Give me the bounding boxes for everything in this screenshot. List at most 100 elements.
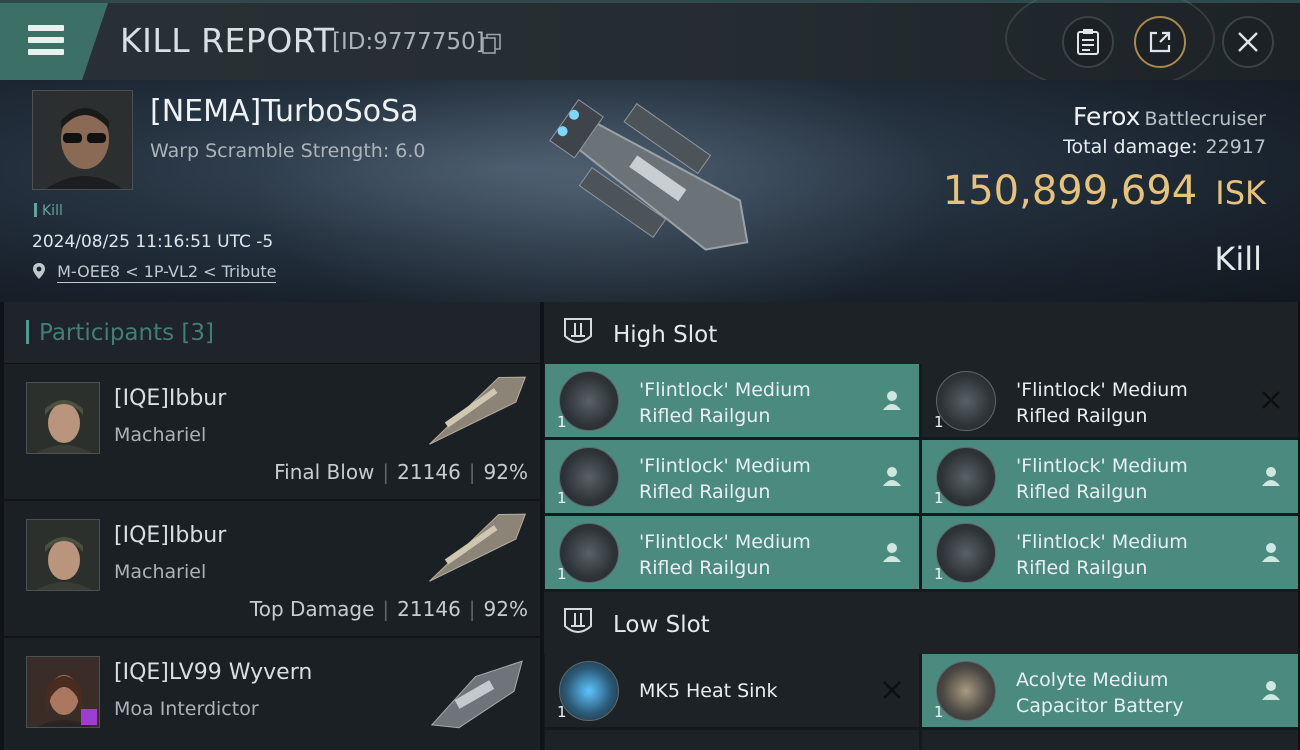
total-damage-value: 22917	[1205, 136, 1266, 158]
module-item-partial[interactable]	[545, 730, 919, 750]
high-slot-label: High Slot	[613, 322, 718, 348]
module-item[interactable]: 1 MK5 Heat Sink	[545, 654, 919, 727]
close-icon	[1262, 391, 1280, 409]
ship-class: Battlecruiser	[1144, 108, 1266, 130]
low-slot-icon	[564, 608, 592, 633]
capacitor-battery-icon	[936, 661, 996, 721]
share-icon	[1149, 31, 1171, 53]
close-button[interactable]	[1222, 16, 1274, 68]
module-name: 'Flintlock' Medium Rifled Railgun	[1016, 455, 1188, 503]
module-name: 'Flintlock' Medium Rifled Railgun	[1016, 379, 1188, 427]
participant-percent: 92%	[483, 597, 528, 621]
participant-ship-image	[429, 376, 527, 445]
participant-stats: Final Blow | 21146 | 92%	[274, 460, 528, 484]
high-slot-icon	[564, 318, 592, 343]
module-name: 'Flintlock' Medium Rifled Railgun	[639, 379, 811, 427]
victim-ship-image	[549, 98, 749, 251]
module-count: 1	[934, 565, 944, 583]
participant-ship: Machariel	[114, 424, 207, 446]
module-item[interactable]: 1 'Flintlock' Medium Rifled Railgun	[545, 440, 919, 513]
participant-tag: Top Damage	[249, 597, 375, 621]
railgun-icon	[936, 523, 996, 583]
module-item[interactable]: 1 Acolyte Medium Capacitor Battery	[922, 654, 1298, 727]
module-count: 1	[934, 413, 944, 431]
module-name: MK5 Heat Sink	[639, 680, 778, 702]
participant-row[interactable]: [IQE]Ibbur Machariel Top Damage | 21146 | 92…	[4, 501, 540, 638]
kill-tag: Kill	[34, 203, 63, 219]
railgun-icon	[559, 371, 619, 431]
kill-location[interactable]: M-OEE8 < 1P-VL2 < Tribute	[32, 262, 277, 283]
module-item[interactable]: 1 'Flintlock' Medium Rifled Railgun	[922, 440, 1298, 513]
isk-unit: ISK	[1215, 174, 1266, 212]
participant-avatar[interactable]	[26, 656, 100, 728]
user-icon	[883, 543, 901, 562]
user-icon	[883, 467, 901, 486]
module-name: 'Flintlock' Medium Rifled Railgun	[639, 531, 811, 579]
module-count: 1	[557, 703, 567, 721]
result-label: Kill	[1214, 240, 1262, 278]
user-icon	[1262, 543, 1280, 562]
participant-ship: Machariel	[114, 561, 207, 583]
participant-name[interactable]: [IQE]Ibbur	[114, 386, 226, 411]
isk-amount: 150,899,694	[942, 168, 1198, 214]
high-slot-grid: 1 'Flintlock' Medium Rifled Railgun 1 'F…	[544, 364, 1298, 592]
isk-value: 150,899,694 ISK	[943, 168, 1266, 214]
participants-panel: Participants [3] [IQE]Ibbur Machariel Fi…	[4, 302, 540, 750]
victim-panel: [NEMA]TurboSoSa Warp Scramble Strength: …	[0, 80, 1300, 302]
clipboard-icon	[1077, 29, 1099, 55]
participant-avatar[interactable]	[26, 382, 100, 454]
module-item[interactable]: 1 'Flintlock' Medium Rifled Railgun	[545, 516, 919, 589]
participant-ship-image	[429, 513, 527, 582]
victim-avatar[interactable]	[32, 90, 133, 190]
participant-avatar[interactable]	[26, 519, 100, 591]
module-count: 1	[934, 489, 944, 507]
participants-title: Participants	[39, 320, 175, 346]
user-icon	[1262, 467, 1280, 486]
module-name: 'Flintlock' Medium Rifled Railgun	[1016, 531, 1188, 579]
participant-stats: Top Damage | 21146 | 92%	[249, 597, 528, 621]
menu-button[interactable]	[0, 3, 108, 80]
module-item[interactable]: 1 'Flintlock' Medium Rifled Railgun	[922, 364, 1298, 437]
kill-tag-label: Kill	[42, 203, 63, 219]
victim-ship[interactable]: Ferox Battlecruiser	[1073, 102, 1266, 131]
copy-icon[interactable]	[482, 33, 502, 55]
kill-timestamp: 2024/08/25 11:16:51 UTC -5	[32, 232, 274, 252]
railgun-icon	[559, 447, 619, 507]
warp-scramble-strength: Warp Scramble Strength: 6.0	[150, 140, 426, 162]
module-count: 1	[557, 489, 567, 507]
clipboard-button[interactable]	[1062, 16, 1114, 68]
user-icon	[1262, 681, 1280, 700]
victim-name[interactable]: [NEMA]TurboSoSa	[150, 94, 419, 129]
participant-name[interactable]: [IQE]LV99 Wyvern	[114, 660, 312, 685]
module-count: 1	[557, 413, 567, 431]
participants-header: Participants [3]	[4, 302, 540, 364]
report-id: [ID:9777750]	[332, 29, 485, 55]
participant-row[interactable]: [IQE]LV99 Wyvern Moa Interdictor	[4, 638, 540, 750]
location-link[interactable]: M-OEE8 < 1P-VL2 < Tribute	[57, 262, 277, 283]
low-slot-grid: 1 MK5 Heat Sink 1 Acolyte Medium Capacit…	[544, 654, 1298, 750]
participant-ship: Moa Interdictor	[114, 698, 259, 720]
heat-sink-icon	[559, 661, 619, 721]
participants-count: [3]	[181, 320, 215, 346]
title-bar: KILL REPORT [ID:9777750]	[0, 0, 1300, 93]
close-icon	[883, 681, 901, 699]
total-damage: Total damage: 22917	[1063, 136, 1266, 158]
module-item[interactable]: 1 'Flintlock' Medium Rifled Railgun	[922, 516, 1298, 589]
hamburger-menu-icon	[28, 25, 64, 55]
railgun-icon	[936, 371, 996, 431]
close-icon	[1238, 32, 1258, 52]
low-slot-label: Low Slot	[613, 612, 710, 638]
participant-ship-image	[430, 660, 523, 729]
participant-damage: 21146	[397, 597, 461, 621]
participant-row[interactable]: [IQE]Ibbur Machariel Final Blow | 21146 | 92…	[4, 364, 540, 501]
ship-name: Ferox	[1073, 102, 1141, 131]
share-button[interactable]	[1134, 16, 1186, 68]
page-title: KILL REPORT	[120, 21, 335, 60]
fitting-panel: High Slot 1 'Flintlock' Medium Rifled Ra…	[544, 302, 1298, 750]
participant-percent: 92%	[483, 460, 528, 484]
participant-tag: Final Blow	[274, 460, 375, 484]
module-item[interactable]: 1 'Flintlock' Medium Rifled Railgun	[545, 364, 919, 437]
participant-name[interactable]: [IQE]Ibbur	[114, 523, 226, 548]
module-item-partial[interactable]	[922, 730, 1298, 750]
module-count: 1	[934, 703, 944, 721]
